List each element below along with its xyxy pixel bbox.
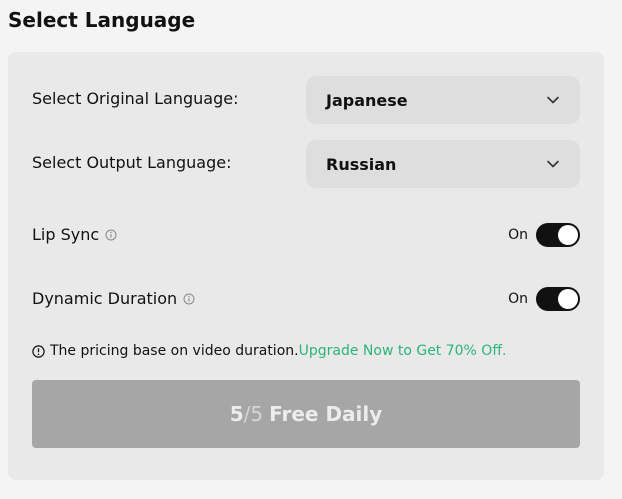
upgrade-link[interactable]: Upgrade Now to Get 70% Off. (299, 342, 507, 360)
page-title: Select Language (8, 8, 196, 32)
lip-sync-label-group: Lip Sync (32, 225, 117, 245)
toggle-knob (558, 289, 578, 309)
dynamic-duration-toggle[interactable] (536, 287, 580, 311)
chevron-down-icon (546, 157, 560, 171)
output-language-value: Russian (326, 154, 397, 174)
original-language-select[interactable]: Japanese (306, 76, 580, 124)
info-icon[interactable] (183, 293, 195, 305)
free-daily-used-count: 5 (229, 402, 244, 426)
free-daily-label: Free Daily (269, 402, 383, 426)
info-icon[interactable] (105, 229, 117, 241)
lip-sync-state: On (508, 227, 528, 243)
dynamic-duration-label: Dynamic Duration (32, 289, 178, 308)
language-settings-panel: Select Original Language: Japanese Selec… (8, 52, 604, 480)
original-language-value: Japanese (326, 90, 408, 110)
chevron-down-icon (546, 93, 560, 107)
lip-sync-toggle-group: On (508, 223, 580, 247)
dynamic-duration-toggle-group: On (508, 287, 580, 311)
output-language-select[interactable]: Russian (306, 140, 580, 188)
output-language-label: Select Output Language: (32, 153, 232, 172)
toggle-knob (558, 225, 578, 245)
lip-sync-label: Lip Sync (32, 225, 100, 244)
pricing-note: The pricing base on video duration. Upgra… (32, 342, 506, 360)
lip-sync-toggle[interactable] (536, 223, 580, 247)
dynamic-duration-state: On (508, 291, 528, 307)
free-daily-button[interactable]: 5/5 Free Daily (32, 380, 580, 448)
dynamic-duration-label-group: Dynamic Duration (32, 289, 195, 309)
pricing-note-text: The pricing base on video duration. (50, 343, 299, 359)
info-icon (32, 344, 45, 358)
free-daily-separator: / (243, 402, 251, 426)
free-daily-total-count: 5 (250, 402, 264, 426)
original-language-label: Select Original Language: (32, 89, 239, 108)
